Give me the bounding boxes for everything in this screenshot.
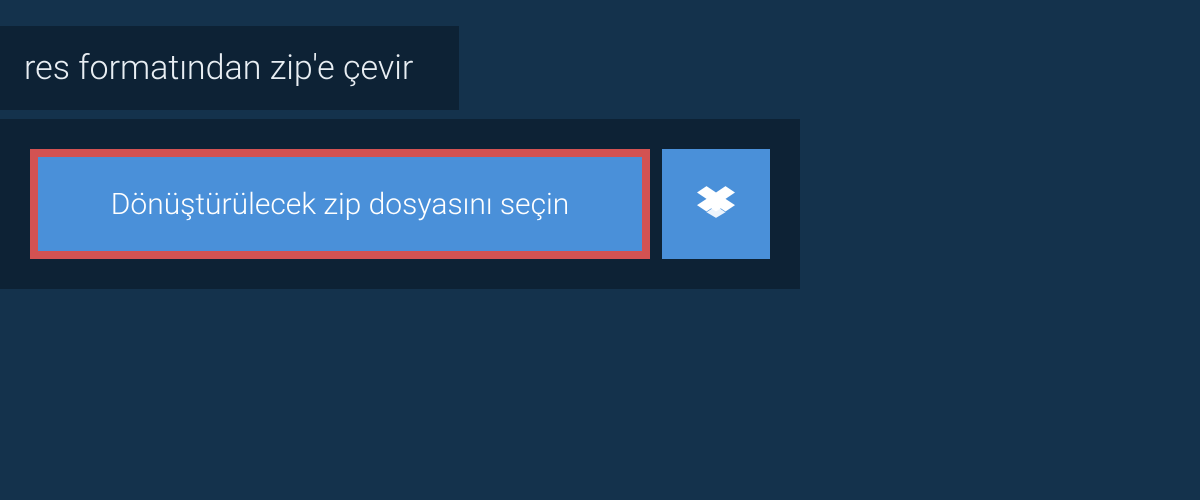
select-file-button[interactable]: Dönüştürülecek zip dosyasını seçin	[30, 149, 650, 259]
dropbox-button[interactable]	[662, 149, 770, 259]
upload-panel: Dönüştürülecek zip dosyasını seçin	[0, 119, 800, 289]
dropbox-icon	[697, 183, 735, 225]
select-file-label: Dönüştürülecek zip dosyasını seçin	[111, 187, 570, 222]
heading-text: res formatından zip'e çevir	[24, 48, 413, 88]
page-heading: res formatından zip'e çevir	[0, 26, 459, 110]
